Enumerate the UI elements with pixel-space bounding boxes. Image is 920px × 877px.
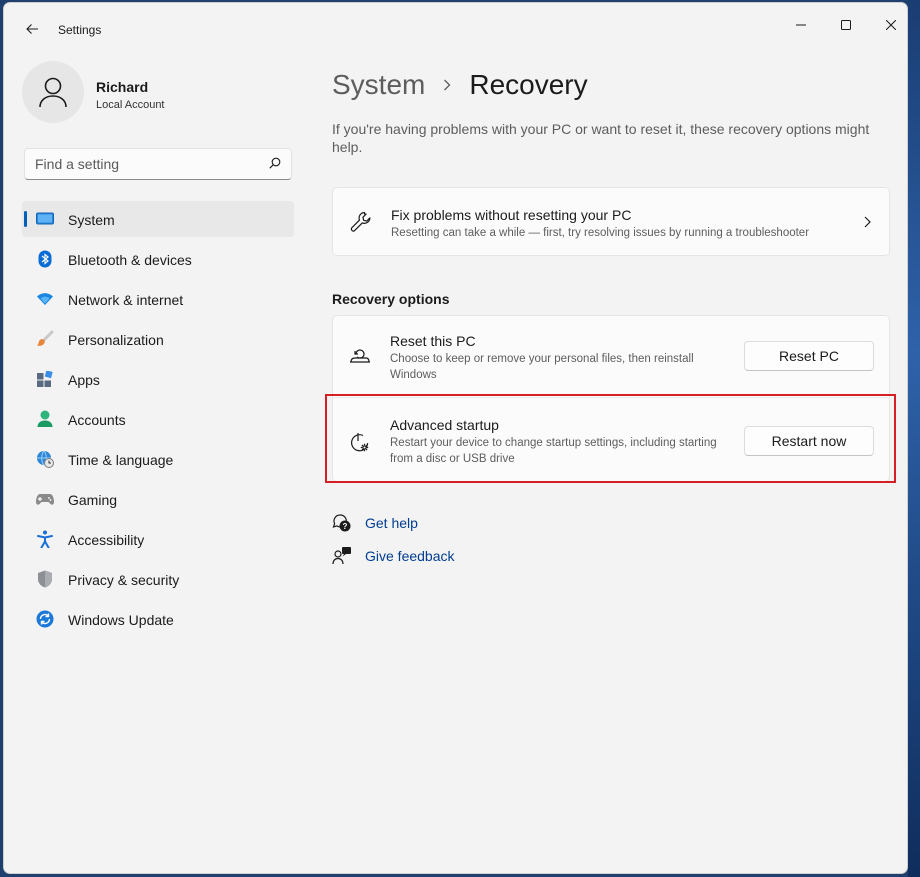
sidebar-item-time-language[interactable]: Time & language — [22, 441, 294, 477]
reset-pc-row: Reset this PC Choose to keep or remove y… — [332, 315, 890, 397]
give-feedback-label[interactable]: Give feedback — [365, 548, 455, 564]
sidebar-item-gaming[interactable]: Gaming — [22, 481, 294, 517]
advanced-startup-description: Restart your device to change startup se… — [390, 437, 717, 465]
minimize-button[interactable] — [778, 11, 824, 39]
sidebar-item-accessibility[interactable]: Accessibility — [22, 521, 294, 557]
sidebar-item-privacy-security[interactable]: Privacy & security — [22, 561, 294, 597]
fix-problems-card[interactable]: Fix problems without resetting your PC R… — [332, 187, 890, 256]
bluetooth-icon — [36, 250, 54, 268]
update-icon — [36, 610, 54, 628]
back-arrow-icon — [26, 24, 38, 34]
globe-clock-icon — [36, 450, 54, 468]
search-input[interactable] — [25, 149, 265, 179]
shield-icon — [36, 570, 54, 588]
sidebar-item-label: Apps — [68, 372, 100, 388]
sidebar-item-network[interactable]: Network & internet — [22, 281, 294, 317]
page-title: Recovery — [469, 69, 588, 100]
divider — [332, 397, 890, 398]
title-bar: Settings — [4, 3, 907, 49]
close-button[interactable] — [868, 11, 907, 39]
sidebar-item-label: Bluetooth & devices — [68, 252, 192, 268]
sidebar-item-label: Windows Update — [68, 612, 174, 628]
get-help-link[interactable]: ? Get help — [332, 512, 418, 534]
chevron-right-icon — [864, 216, 871, 228]
advanced-startup-title: Advanced startup — [390, 417, 499, 433]
sidebar-item-label: Network & internet — [68, 292, 184, 308]
network-icon — [36, 290, 54, 308]
intro-text: If you're having problems with your PC o… — [332, 121, 870, 155]
avatar[interactable] — [22, 61, 84, 123]
sidebar-item-label: Personalization — [68, 332, 164, 348]
reset-pc-button[interactable]: Reset PC — [744, 341, 874, 371]
breadcrumb: System Recovery — [332, 65, 588, 105]
sidebar-item-bluetooth[interactable]: Bluetooth & devices — [22, 241, 294, 277]
profile-name: Richard — [96, 79, 149, 95]
sidebar-item-label: Time & language — [68, 452, 174, 468]
maximize-button[interactable] — [823, 11, 869, 39]
close-icon — [886, 20, 896, 30]
back-button[interactable] — [20, 17, 44, 41]
accessibility-icon — [36, 530, 54, 548]
feedback-icon — [332, 546, 352, 566]
sidebar-item-personalization[interactable]: Personalization — [22, 321, 294, 357]
fix-problems-title: Fix problems without resetting your PC — [391, 207, 632, 223]
settings-window: Settings Richard Local Account Find a se… — [3, 2, 908, 874]
brush-icon — [36, 330, 54, 348]
reset-icon — [348, 343, 372, 367]
sidebar-item-windows-update[interactable]: Windows Update — [22, 601, 294, 637]
restart-now-button[interactable]: Restart now — [744, 426, 874, 456]
person-icon — [39, 77, 67, 108]
sidebar-item-system[interactable]: System — [22, 201, 294, 237]
advanced-startup-row: Advanced startup Restart your device to … — [332, 399, 890, 481]
sidebar-item-label: Accessibility — [68, 532, 145, 548]
chevron-right-icon — [443, 79, 451, 91]
sidebar-item-label: Accounts — [68, 412, 126, 428]
svg-text:?: ? — [343, 522, 348, 531]
desktop-background — [908, 0, 920, 877]
breadcrumb-parent[interactable]: System — [332, 69, 425, 101]
wrench-icon — [349, 210, 373, 234]
gamepad-icon — [36, 490, 54, 508]
maximize-icon — [841, 20, 851, 30]
reset-pc-description: Choose to keep or remove your personal f… — [390, 353, 694, 381]
search-icon[interactable] — [269, 157, 281, 169]
reset-pc-title: Reset this PC — [390, 333, 476, 349]
app-title: Settings — [58, 23, 102, 37]
restart-gear-icon — [348, 431, 372, 455]
get-help-label[interactable]: Get help — [365, 515, 418, 531]
sidebar-item-label: Gaming — [68, 492, 118, 508]
search-box[interactable] — [24, 148, 292, 180]
apps-icon — [36, 370, 54, 388]
system-icon — [36, 210, 54, 228]
sidebar-item-apps[interactable]: Apps — [22, 361, 294, 397]
accounts-icon — [36, 410, 54, 428]
give-feedback-link[interactable]: Give feedback — [332, 545, 455, 567]
minimize-icon — [796, 24, 806, 26]
fix-problems-description: Resetting can take a while — first, try … — [391, 227, 810, 239]
recovery-options-heading: Recovery options — [332, 291, 450, 307]
sidebar-item-label: System — [68, 212, 115, 228]
sidebar-item-accounts[interactable]: Accounts — [22, 401, 294, 437]
profile-account-type: Local Account — [96, 99, 165, 111]
sidebar-nav: System Bluetooth & devices Network & int… — [22, 201, 294, 641]
sidebar-item-label: Privacy & security — [68, 572, 180, 588]
help-icon: ? — [332, 513, 352, 533]
